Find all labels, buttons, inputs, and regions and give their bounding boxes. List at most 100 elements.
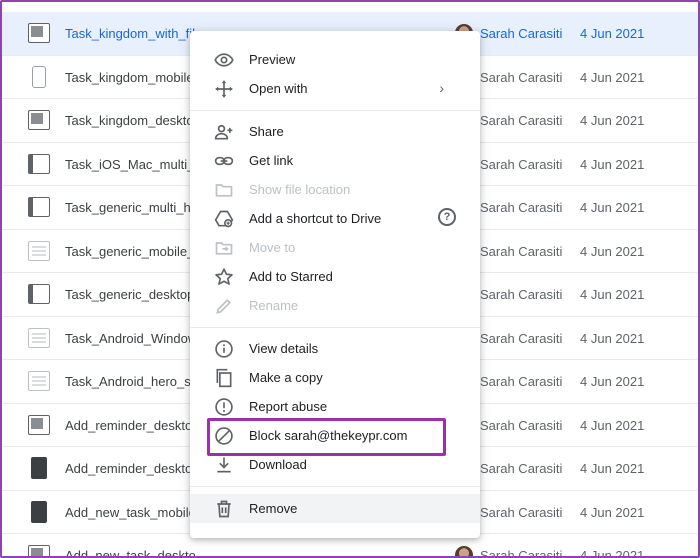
menu-item-report-abuse[interactable]: Report abuse (190, 392, 480, 421)
image-thumbnail-icon (28, 110, 50, 130)
file-name: Add_new_task_desktop.jpg (65, 548, 195, 558)
context-menu: Preview Open with › Share Get link Show … (190, 31, 480, 538)
menu-item-preview[interactable]: Preview (190, 45, 480, 74)
file-owner: Sarah Carasiti (480, 330, 563, 346)
file-name: Task_Android_Windows_hero.jpg (65, 330, 195, 346)
file-owner: Sarah Carasiti (480, 461, 563, 476)
help-icon[interactable]: ? (438, 208, 456, 226)
menu-item-block[interactable]: Block sarah@thekeypr.com (190, 421, 480, 450)
file-name: Task_generic_desktop_hero.jpg (65, 287, 195, 302)
file-name: Add_reminder_desktop-1.jpg (65, 461, 195, 476)
move-folder-icon (213, 237, 235, 259)
file-modified: 4 Jun 2021 (580, 156, 645, 172)
image-thumbnail-icon (28, 545, 50, 558)
menu-item-label: Block sarah@thekeypr.com (249, 428, 408, 443)
move-arrows-icon (213, 78, 235, 100)
download-icon (213, 454, 235, 476)
file-modified: 4 Jun 2021 (580, 243, 645, 259)
file-owner: Sarah Carasiti (480, 287, 563, 302)
file-owner: Sarah Carasiti (480, 69, 563, 85)
file-modified: 4 Jun 2021 (580, 417, 645, 433)
image-thumbnail-icon (32, 65, 46, 88)
block-icon (213, 425, 235, 447)
chevron-right-icon: › (439, 80, 444, 96)
menu-item-label: View details (249, 341, 319, 356)
copy-icon (213, 367, 235, 389)
file-modified: 4 Jun 2021 (580, 113, 645, 128)
file-name: Task_kingdom_desktop.jpg (65, 113, 195, 128)
image-thumbnail-icon (28, 240, 50, 261)
menu-divider (190, 327, 480, 328)
star-icon (213, 266, 235, 288)
file-owner: Sarah Carasiti (480, 504, 563, 520)
menu-divider (190, 486, 480, 487)
file-owner: Sarah Carasiti (480, 156, 563, 172)
image-thumbnail-icon (31, 457, 47, 479)
image-thumbnail-icon (28, 327, 50, 348)
menu-item-label: Rename (249, 298, 299, 313)
menu-item-move-to[interactable]: Move to (190, 233, 480, 262)
file-modified: 4 Jun 2021 (580, 461, 645, 476)
file-owner: Sarah Carasiti (480, 113, 563, 128)
file-name: Add_new_task_mobile.jpg (65, 504, 195, 520)
menu-item-label: Show file location (249, 182, 351, 197)
menu-item-remove[interactable]: Remove (190, 494, 480, 523)
menu-item-label: Move to (249, 240, 296, 255)
file-name: Add_reminder_desktop.jpg (65, 417, 195, 433)
file-owner: Sarah Carasiti (480, 200, 563, 215)
file-modified: 4 Jun 2021 (580, 548, 645, 558)
link-icon (213, 150, 235, 172)
menu-item-label: Report abuse (249, 399, 328, 414)
menu-item-make-copy[interactable]: Make a copy (190, 363, 480, 392)
menu-item-share[interactable]: Share (190, 117, 480, 146)
menu-item-rename[interactable]: Rename (190, 291, 480, 320)
trash-icon (213, 498, 235, 520)
menu-item-add-starred[interactable]: Add to Starred (190, 262, 480, 291)
menu-item-show-file-location[interactable]: Show file location (190, 175, 480, 204)
file-name: Task_generic_mobile_hero.jpg (65, 243, 195, 259)
menu-divider (190, 110, 480, 111)
file-name: Task_Android_hero_screen.jpg (65, 374, 195, 389)
menu-item-get-link[interactable]: Get link (190, 146, 480, 175)
file-modified: 4 Jun 2021 (580, 69, 645, 85)
image-thumbnail-icon (28, 371, 50, 391)
file-modified: 4 Jun 2021 (580, 374, 645, 389)
file-owner: Sarah Carasiti (480, 374, 563, 389)
eye-icon (213, 49, 235, 71)
add-person-icon (213, 121, 235, 143)
image-thumbnail-icon (28, 284, 50, 304)
menu-item-label: Open with (249, 81, 308, 96)
image-thumbnail-icon (28, 197, 50, 217)
file-modified: 4 Jun 2021 (580, 26, 645, 41)
file-modified: 4 Jun 2021 (580, 330, 645, 346)
file-name: Task_kingdom_with_filters_desktop.jpg (65, 26, 195, 41)
file-modified: 4 Jun 2021 (580, 200, 645, 215)
menu-item-label: Preview (249, 52, 296, 67)
menu-item-view-details[interactable]: View details (190, 334, 480, 363)
image-thumbnail-icon (28, 153, 50, 174)
image-thumbnail-icon (28, 414, 50, 435)
menu-item-label: Add a shortcut to Drive (249, 211, 382, 226)
menu-item-download[interactable]: Download (190, 450, 480, 479)
menu-item-label: Get link (249, 153, 294, 168)
file-modified: 4 Jun 2021 (580, 504, 645, 520)
menu-item-label: Make a copy (249, 370, 323, 385)
menu-item-label: Remove (249, 501, 298, 516)
menu-item-add-shortcut[interactable]: Add a shortcut to Drive ? (190, 204, 480, 233)
file-modified: 4 Jun 2021 (580, 287, 645, 302)
folder-icon (213, 179, 235, 201)
image-thumbnail-icon (31, 500, 47, 523)
file-owner: Sarah Carasiti (480, 417, 563, 433)
pencil-icon (213, 295, 235, 317)
menu-item-open-with[interactable]: Open with › (190, 74, 480, 103)
image-thumbnail-icon (28, 23, 50, 43)
alert-icon (213, 396, 235, 418)
file-name: Task_generic_multi_hero.jpg (65, 200, 195, 215)
menu-item-label: Add to Starred (249, 269, 333, 284)
file-owner: Sarah Carasiti (480, 26, 563, 41)
info-icon (213, 338, 235, 360)
file-name: Task_iOS_Mac_multi_hero.jpg (65, 156, 195, 172)
owner-avatar (455, 546, 473, 558)
drive-shortcut-icon (213, 208, 235, 230)
menu-item-label: Share (249, 124, 284, 139)
